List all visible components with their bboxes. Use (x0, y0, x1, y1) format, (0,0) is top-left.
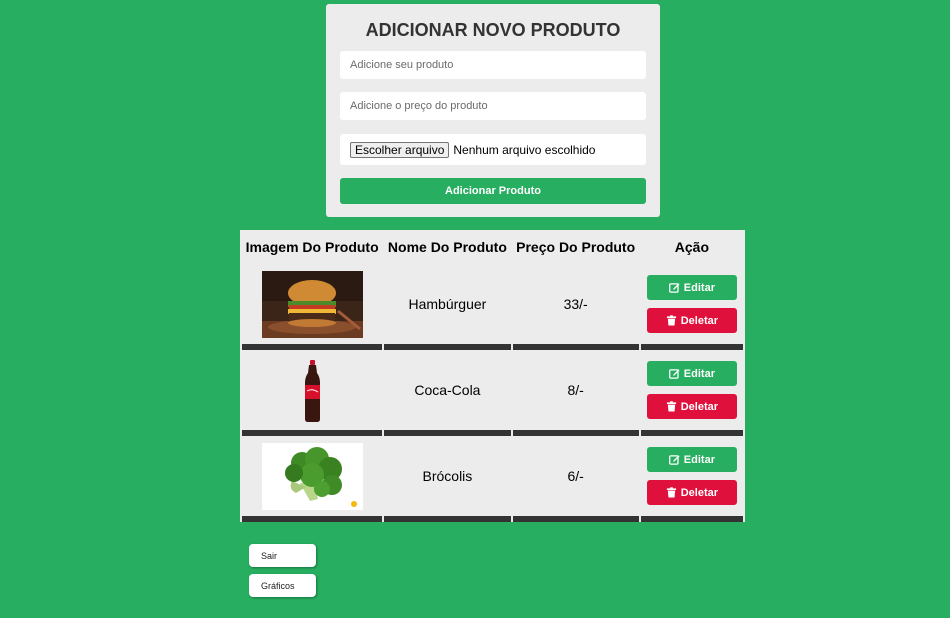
product-price-input[interactable] (340, 92, 646, 120)
burger-image (261, 270, 363, 338)
edit-button[interactable]: Editar (646, 275, 737, 300)
product-name: Hambúrguer (384, 264, 511, 350)
header-image: Imagem Do Produto (245, 239, 379, 255)
header-name: Nome Do Produto (387, 239, 507, 255)
edit-label: Editar (683, 453, 715, 466)
edit-button[interactable]: Editar (646, 447, 737, 472)
products-table: Imagem Do Produto Nome Do Produto Preço … (240, 230, 745, 522)
delete-button[interactable]: Deletar (646, 308, 737, 333)
edit-label: Editar (683, 367, 715, 380)
file-status: Nenhum arquivo escolhido (453, 142, 596, 157)
product-price: 6/- (512, 436, 639, 522)
add-product-form: ADICIONAR NOVO PRODUTO Escolher arquivo … (326, 4, 660, 217)
coca-cola-bottle-image (261, 356, 363, 424)
trash-icon (666, 401, 676, 412)
delete-label: Deletar (680, 486, 719, 499)
delete-label: Deletar (680, 400, 719, 413)
header-action: Ação (674, 239, 709, 255)
trash-icon (666, 487, 676, 498)
product-name: Coca-Cola (384, 350, 511, 436)
product-image-cell (242, 350, 383, 436)
edit-icon (668, 369, 680, 379)
edit-icon (668, 455, 680, 465)
broccoli-image (261, 442, 363, 510)
table-row: Hambúrguer 33/- Editar Deletar (242, 264, 743, 350)
delete-button[interactable]: Deletar (646, 394, 737, 419)
edit-label: Editar (683, 281, 715, 294)
choose-file-button[interactable]: Escolher arquivo (350, 141, 450, 158)
product-name: Brócolis (384, 436, 511, 522)
table-row: Coca-Cola 8/- Editar Deletar (242, 350, 743, 436)
add-product-button[interactable]: Adicionar Produto (340, 178, 646, 204)
product-image-cell (242, 264, 383, 350)
product-price: 8/- (512, 350, 639, 436)
action-cell: Editar Deletar (640, 436, 743, 522)
trash-icon (666, 315, 676, 326)
table-row: Brócolis 6/- Editar Deletar (242, 436, 743, 522)
edit-button[interactable]: Editar (646, 361, 737, 386)
delete-button[interactable]: Deletar (646, 480, 737, 505)
product-image-cell (242, 436, 383, 522)
form-title: ADICIONAR NOVO PRODUTO (365, 20, 621, 40)
action-cell: Editar Deletar (640, 264, 743, 350)
file-input: Escolher arquivo Nenhum arquivo escolhid… (340, 134, 646, 165)
action-cell: Editar Deletar (640, 350, 743, 436)
header-price: Preço Do Produto (516, 239, 636, 255)
logout-button[interactable]: Sair (249, 544, 316, 567)
charts-button[interactable]: Gráficos (249, 574, 316, 597)
edit-icon (668, 283, 680, 293)
product-name-input[interactable] (340, 51, 646, 79)
product-price: 33/- (512, 264, 639, 350)
delete-label: Deletar (680, 314, 719, 327)
